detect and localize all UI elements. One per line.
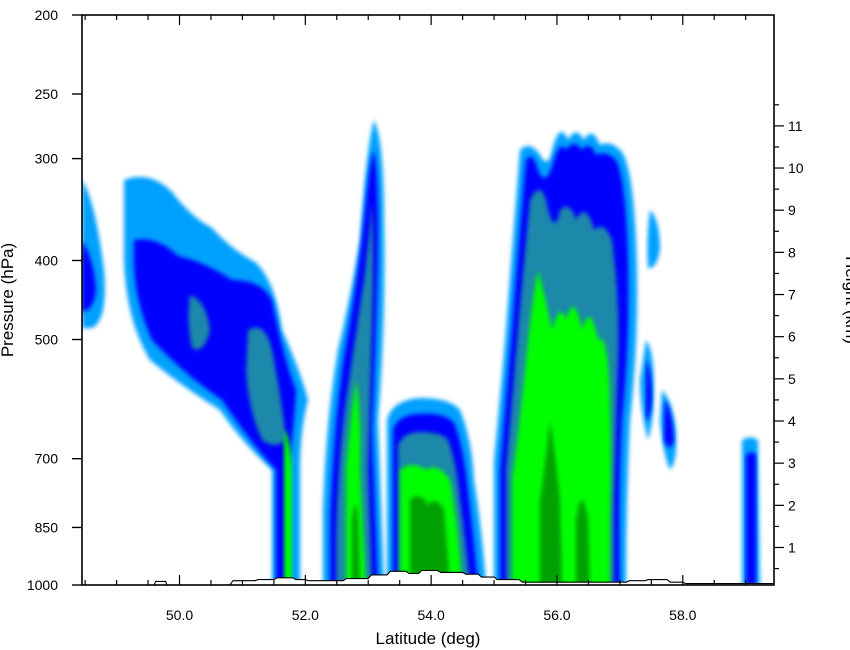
y2-tick-label: 3	[788, 455, 796, 471]
y-tick-label: 400	[35, 252, 59, 268]
contour-chart: 50.0 52.0 54.0 56.0 58.0 200 250 300 400 500 700 8…	[0, 7, 850, 648]
y2-tick-label: 10	[788, 160, 804, 176]
x-axis-title: Latitude (deg)	[376, 629, 481, 648]
y2-tick-label: 1	[788, 539, 796, 555]
x-tick-label: 58.0	[669, 607, 696, 623]
y-tick-label: 300	[35, 151, 59, 167]
y2-tick-label: 5	[788, 371, 796, 387]
y2-axis-title: Height (km)	[842, 256, 850, 344]
y-tick-label: 250	[35, 86, 59, 102]
x-tick-label: 50.0	[166, 607, 193, 623]
x-tick-label: 52.0	[292, 607, 319, 623]
y2-tick-label: 11	[788, 118, 803, 134]
contour-level-2	[746, 452, 756, 585]
y2-tick-label: 6	[788, 329, 796, 345]
y-tick-label: 700	[35, 451, 59, 467]
y-tick-label: 1000	[27, 577, 58, 593]
y2-tick-label: 2	[788, 497, 796, 513]
y-axis-left: 200 250 300 400 500 700 850 1000	[27, 7, 82, 593]
y2-tick-label: 4	[788, 413, 796, 429]
y2-tick-label: 7	[788, 287, 796, 303]
y2-tick-label: 8	[788, 244, 796, 260]
y-axis-title: Pressure (hPa)	[0, 243, 17, 357]
x-tick-label: 56.0	[543, 607, 570, 623]
y-axis-right: 1 2 3 4 5 6 7 8 9 10 11	[774, 104, 804, 570]
y-tick-label: 200	[35, 7, 59, 23]
y-tick-label: 850	[35, 519, 59, 535]
x-tick-label: 54.0	[418, 607, 445, 623]
y-tick-label: 500	[35, 332, 59, 348]
y2-tick-label: 9	[788, 202, 796, 218]
